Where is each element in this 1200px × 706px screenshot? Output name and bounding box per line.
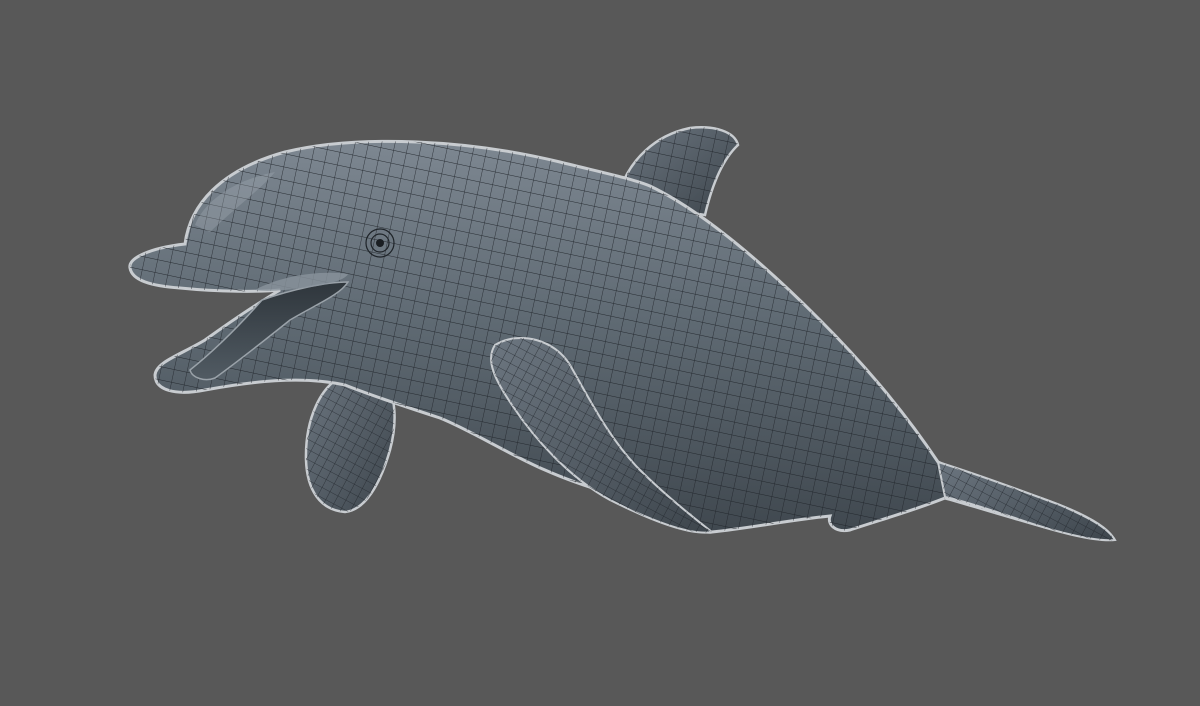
dolphin-mesh-render[interactable] [0,0,1200,706]
3d-viewport[interactable] [0,0,1200,706]
tail-fluke[interactable] [936,460,1117,542]
